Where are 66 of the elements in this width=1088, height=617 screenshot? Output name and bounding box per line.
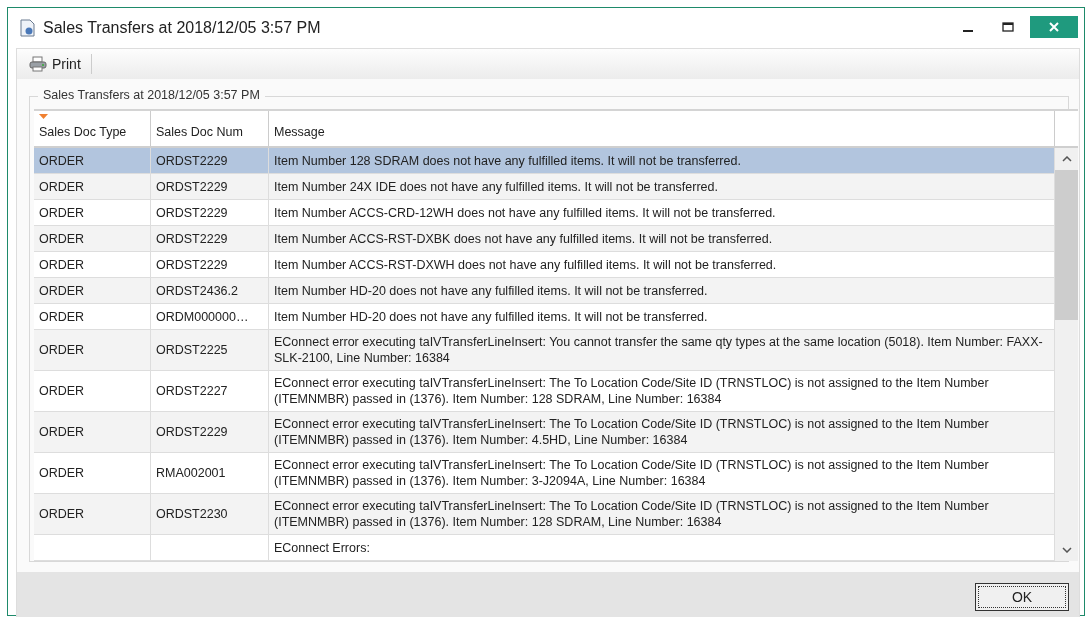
table-cell: ORDER <box>39 282 85 299</box>
table-cell: ORDER <box>39 424 85 440</box>
table-row[interactable]: ORDER ORDST2229 Item Number 24X IDE does not have any fulfilled items. It will not be transferred. <box>34 174 1055 200</box>
table-cell: Item Number 128 SDRAM does not have any fulfilled items. It will not be transferred. <box>274 152 741 169</box>
table-cell-text: EConnect error executing taIVTransferLineInsert: The To Location Code/Site ID (TRNSTLOC) is not assigned to the Item Number (ITEMNMBR) passed in (1376). Item Number: 128 SDRAM, Line Number: 16384 <box>274 498 990 530</box>
table-cell: ORDST2227 <box>156 383 228 399</box>
table-row[interactable]: ORDER ORDST2229 Item Number ACCS-CRD-12WH does not have any fulfilled items. It will not be transferred. <box>34 200 1055 226</box>
table-cell-text: EConnect error executing taIVTransferLineInsert: The To Location Code/Site ID (TRNSTLOC) is not assigned to the Item Number (ITEMNMBR) passed in (1376). Item Number: 128 SDRAM, Line Number: 16384 <box>274 375 990 407</box>
table-cell: ORDST2229 <box>156 204 228 221</box>
window-title: Sales Transfers at 2018/12/05 3:57 PM <box>43 19 321 37</box>
table-cell: Item Number 24X IDE does not have any fulfilled items. It will not be transferred. <box>274 178 718 195</box>
minimize-icon <box>963 30 973 32</box>
table-cell: Item Number ACCS-CRD-12WH does not have any fulfilled items. It will not be transferred. <box>274 204 776 221</box>
table-row[interactable]: ORDER ORDST2225 EConnect error executing taIVTransferLineInsert: You cannot transfer the same qty types at the same location (5018). Item Number: FAXX-SLK-2100, Line Number: 16384 <box>34 330 1055 371</box>
table-cell: ORDST2225 <box>156 342 228 358</box>
column-header[interactable]: Message <box>269 111 1055 146</box>
printer-icon <box>29 56 47 72</box>
table-row[interactable]: EConnect Errors: <box>34 535 1055 561</box>
table-cell: ORDST2436.2 <box>156 282 238 299</box>
scrollbar-thumb[interactable] <box>1055 170 1078 320</box>
table-cell: Item Number HD-20 does not have any fulfilled items. It will not be transferred. <box>274 282 708 299</box>
column-header[interactable]: Sales Doc Num <box>151 111 269 146</box>
table-row[interactable]: ORDER ORDM000000… Item Number HD-20 does not have any fulfilled items. It will not be transferred. <box>34 304 1055 330</box>
print-button[interactable]: Print <box>25 54 85 74</box>
table-cell: ORDER <box>39 342 85 358</box>
table-cell: ORDST2229 <box>156 152 228 169</box>
document-icon <box>20 19 36 37</box>
table-cell: ORDER <box>39 152 85 169</box>
vertical-scrollbar[interactable] <box>1055 148 1078 561</box>
table-cell: ORDST2229 <box>156 256 228 273</box>
table-cell: ORDM000000… <box>156 308 249 325</box>
table-row[interactable] <box>34 453 1055 494</box>
table-cell: Item Number ACCS-RST-DXBK does not have any fulfilled items. It will not be transferred. <box>274 230 773 247</box>
table-row[interactable]: ORDER ORDST2229 Item Number ACCS-RST-DXWH does not have any fulfilled items. It will not be transferred. <box>34 252 1055 278</box>
table-cell: RMA002001 <box>156 465 226 481</box>
ok-button[interactable]: OK <box>975 583 1069 611</box>
table-cell-text: EConnect error executing taIVTransferLineInsert: You cannot transfer the same qty types at the same location (5018). Item Number: FAXX-SLK-2100, Line Number: 16384 <box>274 334 1044 366</box>
group-title: Sales Transfers at 2018/12/05 3:57 PM <box>38 88 265 102</box>
table-cell: ORDER <box>39 230 85 247</box>
table-cell: Item Number HD-20 does not have any fulfilled items. It will not be transferred. <box>274 308 708 325</box>
table-row[interactable] <box>34 494 1055 535</box>
table-cell: ORDST2230 <box>156 506 228 522</box>
scroll-down-icon[interactable] <box>1061 547 1072 553</box>
table-cell: ORDER <box>39 465 85 481</box>
table-cell: ORDST2229 <box>156 178 228 195</box>
scroll-up-icon[interactable] <box>1061 156 1072 162</box>
filter-indicator-icon <box>39 114 48 119</box>
table-cell: ORDER <box>39 178 85 195</box>
table-cell: ORDER <box>39 383 85 399</box>
table-row[interactable] <box>34 412 1055 453</box>
table-cell-text: EConnect error executing taIVTransferLineInsert: The To Location Code/Site ID (TRNSTLOC) is not assigned to the Item Number (ITEMNMBR) passed in (1376). Item Number: 3-J2094A, Line Number: 16384 <box>274 457 990 489</box>
close-icon <box>1047 20 1061 34</box>
table-row[interactable]: ORDER ORDST2229 Item Number ACCS-RST-DXBK does not have any fulfilled items. It will not be transferred. <box>34 226 1055 252</box>
table-cell: EConnect Errors: <box>274 539 370 556</box>
table-row[interactable]: ORDER ORDST2436.2 Item Number HD-20 does not have any fulfilled items. It will not be transferred. <box>34 278 1055 304</box>
table-cell: ORDST2229 <box>156 424 228 440</box>
table-cell: ORDER <box>39 256 85 273</box>
table-row[interactable] <box>34 371 1055 412</box>
table-cell: ORDER <box>39 506 85 522</box>
table-row[interactable]: ORDER ORDST2229 Item Number 128 SDRAM does not have any fulfilled items. It will not be transferred. <box>34 148 1055 174</box>
table-cell: ORDST2229 <box>156 230 228 247</box>
table-cell: Item Number ACCS-RST-DXWH does not have any fulfilled items. It will not be transferred. <box>274 256 777 273</box>
table-cell-text: EConnect error executing taIVTransferLineInsert: The To Location Code/Site ID (TRNSTLOC) is not assigned to the Item Number (ITEMNMBR) passed in (1376). Item Number: 4.5HD, Line Number: 16384 <box>274 416 990 448</box>
table-cell: ORDER <box>39 308 85 325</box>
table-cell: ORDER <box>39 204 85 221</box>
maximize-icon <box>1002 21 1014 33</box>
